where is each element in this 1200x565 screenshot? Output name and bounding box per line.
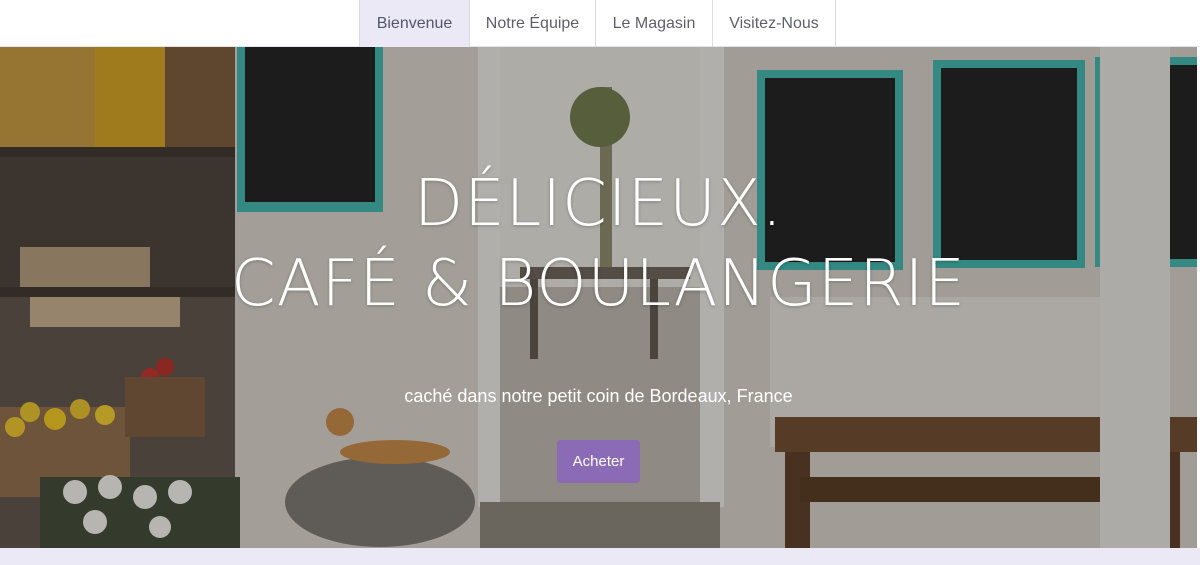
- tab-visitez-nous[interactable]: Visitez-Nous: [712, 0, 836, 47]
- buy-button[interactable]: Acheter: [557, 440, 640, 483]
- tab-notre-equipe[interactable]: Notre Équipe: [469, 0, 595, 47]
- hero-headline-line1: DÉLICIEUX.: [413, 167, 784, 241]
- hero-tagline: caché dans notre petit coin de Bordeaux,…: [404, 386, 793, 406]
- tab-le-magasin[interactable]: Le Magasin: [595, 0, 712, 47]
- bottom-strip: [0, 548, 1200, 565]
- tab-bienvenue[interactable]: Bienvenue: [359, 0, 469, 47]
- hero-headline-line2: CAFÉ & BOULANGERIE: [231, 247, 966, 321]
- hero-banner: DÉLICIEUX. CAFÉ & BOULANGERIE caché dans…: [0, 47, 1197, 548]
- top-navigation: Bienvenue Notre Équipe Le Magasin Visite…: [0, 0, 1200, 47]
- nav-tabs: Bienvenue Notre Équipe Le Magasin Visite…: [359, 0, 836, 47]
